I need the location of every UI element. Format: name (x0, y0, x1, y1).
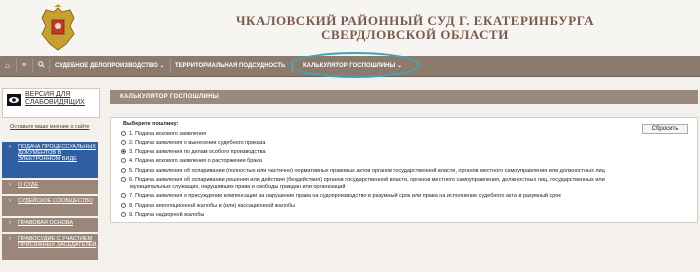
fee-option-label: 9. Подача надзорной жалобы (129, 212, 205, 218)
nav-item-territorial-jurisdiction[interactable]: ТЕРРИТОРИАЛЬНАЯ ПОДСУДНОСТЬ (175, 56, 285, 76)
calculator-panel-header: КАЛЬКУЛЯТОР ГОСПОШЛИНЫ (110, 90, 698, 104)
court-title: ЧКАЛОВСКИЙ РАЙОННЫЙ СУД Г. ЕКАТЕРИНБУРГА… (200, 14, 630, 42)
radio-button[interactable] (121, 212, 126, 217)
fee-option-label: 8. Подача апелляционной жалобы и (или) к… (129, 203, 296, 209)
sidebar-item-label: СУДЕЙСКОЕ СООБЩЕСТВО (18, 198, 93, 204)
radio-button[interactable] (121, 193, 126, 198)
fee-option-label: 4. Подача искового заявления о расторжен… (129, 158, 262, 164)
nav-divider (32, 59, 33, 73)
sitemap-icon[interactable]: ≡ (22, 56, 26, 76)
sidebar-item-jury-justice[interactable]: › ПРАВОСУДИЕ С УЧАСТИЕМ ПРИСЯЖНЫХ ЗАСЕДА… (2, 234, 98, 260)
fee-option[interactable]: 3. Подача заявления по делам особого про… (121, 149, 266, 155)
nav-item-court-proceedings[interactable]: СУДЕБНОЕ ДЕЛОПРОИЗВОДСТВО ⌄ (55, 56, 165, 76)
nav-divider (16, 59, 17, 73)
sidebar-item-about-court[interactable]: › О СУДЕ (2, 180, 98, 194)
fee-option[interactable]: 1. Подача искового заявления (121, 131, 206, 137)
sidebar-item-electronic-filing[interactable]: › ПОДАЧА ПРОЦЕССУАЛЬНЫХ ДОКУМЕНТОВ В ЭЛЕ… (2, 142, 98, 178)
sidebar-item-judicial-community[interactable]: › СУДЕЙСКОЕ СООБЩЕСТВО (2, 196, 98, 216)
sidebar-menu: › ПОДАЧА ПРОЦЕССУАЛЬНЫХ ДОКУМЕНТОВ В ЭЛЕ… (2, 142, 98, 262)
sidebar-item-label: ПОДАЧА ПРОЦЕССУАЛЬНЫХ ДОКУМЕНТОВ В ЭЛЕКТ… (18, 144, 96, 162)
radio-button[interactable] (121, 168, 126, 173)
fee-option-label: 7. Подача заявления о присуждении компен… (129, 193, 561, 199)
radio-button-selected[interactable] (121, 149, 126, 154)
chevron-right-icon: › (9, 144, 11, 150)
form-legend: Выберите пошлину: (123, 121, 179, 127)
chevron-right-icon: › (9, 182, 11, 188)
fee-option-label: 6. Подача заявления об оспаривании решен… (129, 177, 605, 183)
nav-divider (49, 59, 50, 73)
radio-button[interactable] (121, 140, 126, 145)
fee-option[interactable]: 7. Подача заявления о присуждении компен… (121, 193, 561, 199)
sidebar-item-label: О СУДЕ (18, 182, 39, 188)
fee-option[interactable]: 9. Подача надзорной жалобы (121, 212, 204, 218)
highlight-ellipse (290, 52, 420, 78)
fee-option-label: 3. Подача заявления по делам особого про… (129, 149, 266, 155)
chevron-right-icon: › (9, 236, 11, 242)
fee-option[interactable]: 5. Подача заявления об оспаривании (полн… (121, 168, 605, 174)
feedback-link[interactable]: Оставьте ваше мнение о сайте (10, 124, 89, 130)
eye-icon (7, 94, 21, 106)
court-title-line1: ЧКАЛОВСКИЙ РАЙОННЫЙ СУД Г. ЕКАТЕРИНБУРГА (235, 13, 594, 28)
home-icon[interactable]: ⌂ (5, 56, 10, 76)
reset-button[interactable]: Сбросить (642, 124, 688, 134)
fee-option[interactable]: 4. Подача искового заявления о расторжен… (121, 158, 262, 164)
radio-button[interactable] (121, 203, 126, 208)
search-icon[interactable] (38, 56, 45, 76)
fee-option-label: 2. Подача заявления о вынесении судебног… (129, 140, 266, 146)
fee-option-continuation: муниципальных служащих, нарушивших права… (130, 184, 346, 190)
sidebar-item-label: ПРАВОСУДИЕ С УЧАСТИЕМ ПРИСЯЖНЫХ ЗАСЕДАТЕ… (18, 236, 97, 248)
radio-button[interactable] (121, 158, 126, 163)
panel-title: КАЛЬКУЛЯТОР ГОСПОШЛИНЫ (120, 94, 219, 100)
chevron-right-icon: › (9, 220, 11, 226)
fee-option-label: 1. Подача искового заявления (129, 131, 207, 137)
accessibility-version-link[interactable]: ВЕРСИЯ ДЛЯ СЛАБОВИДЯЩИХ (2, 88, 100, 118)
accessibility-label: ВЕРСИЯ ДЛЯ СЛАБОВИДЯЩИХ (25, 91, 85, 106)
court-title-line2: СВЕРДЛОВСКОЙ ОБЛАСТИ (321, 27, 509, 42)
nav-divider (170, 59, 171, 73)
fee-option-label: 5. Подача заявления об оспаривании (полн… (129, 168, 605, 174)
fee-option[interactable]: 8. Подача апелляционной жалобы и (или) к… (121, 203, 295, 209)
site-header: ЧКАЛОВСКИЙ РАЙОННЫЙ СУД Г. ЕКАТЕРИНБУРГА… (0, 0, 700, 56)
fee-option[interactable]: 2. Подача заявления о вынесении судебног… (121, 140, 265, 146)
fee-option[interactable]: 6. Подача заявления об оспаривании решен… (121, 177, 605, 183)
fee-selection-form: Выберите пошлину: Сбросить 1. Подача иск… (110, 117, 698, 223)
radio-button[interactable] (121, 177, 126, 182)
coat-of-arms-icon (41, 4, 75, 51)
chevron-right-icon: › (9, 198, 11, 204)
sidebar-item-label: ПРАВОВАЯ ОСНОВА (18, 220, 73, 226)
sidebar-item-legal-basis[interactable]: › ПРАВОВАЯ ОСНОВА (2, 218, 98, 232)
radio-button[interactable] (121, 131, 126, 136)
